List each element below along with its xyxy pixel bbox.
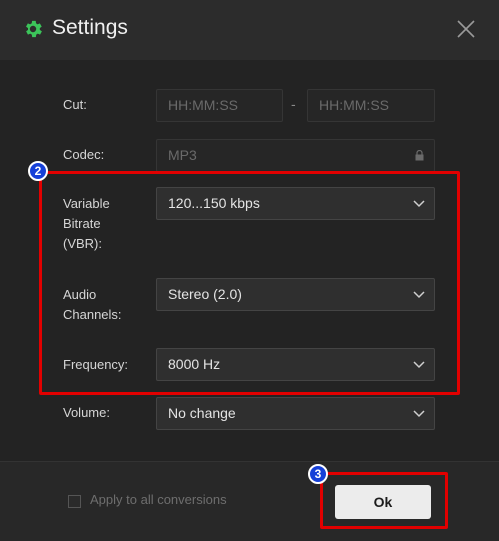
volume-label: Volume:: [63, 405, 110, 420]
bitrate-select[interactable]: 120...150 kbps: [156, 187, 435, 220]
bitrate-label-line: Bitrate: [63, 216, 101, 231]
annotation-badge-2: 2: [28, 161, 48, 181]
title-bar: Settings: [0, 0, 499, 60]
apply-all-checkbox[interactable]: [68, 495, 81, 508]
cut-start-field[interactable]: HH:MM:SS: [156, 89, 283, 122]
frequency-label: Frequency:: [63, 357, 129, 372]
chevron-down-icon: [413, 361, 425, 369]
volume-select[interactable]: No change: [156, 397, 435, 430]
apply-all-label[interactable]: Apply to all conversions: [90, 492, 227, 507]
channels-label-line: Channels:: [63, 307, 122, 322]
channels-value: Stereo (2.0): [168, 286, 242, 302]
cut-separator: -: [291, 96, 296, 112]
cut-end-field[interactable]: HH:MM:SS: [307, 89, 435, 122]
volume-value: No change: [168, 405, 236, 421]
cut-label: Cut:: [63, 97, 87, 112]
ok-button[interactable]: Ok: [335, 485, 431, 519]
channels-select[interactable]: Stereo (2.0): [156, 278, 435, 311]
bitrate-label-line: (VBR):: [63, 236, 102, 251]
codec-value: MP3: [168, 147, 197, 163]
annotation-badge-3: 3: [308, 464, 328, 484]
channels-label: Audio Channels:: [63, 285, 122, 325]
chevron-down-icon: [413, 410, 425, 418]
chevron-down-icon: [413, 291, 425, 299]
gear-icon: [26, 20, 42, 38]
window-title: Settings: [52, 16, 128, 39]
bitrate-label-line: Variable: [63, 196, 110, 211]
lock-icon: [415, 150, 424, 161]
bitrate-value: 120...150 kbps: [168, 195, 260, 211]
frequency-select[interactable]: 8000 Hz: [156, 348, 435, 381]
frequency-value: 8000 Hz: [168, 356, 221, 372]
codec-field: MP3: [156, 139, 435, 172]
channels-label-line: Audio: [63, 287, 97, 302]
codec-label: Codec:: [63, 147, 105, 162]
close-icon[interactable]: [456, 19, 476, 39]
bitrate-label: Variable Bitrate (VBR):: [63, 194, 110, 254]
chevron-down-icon: [413, 200, 425, 208]
